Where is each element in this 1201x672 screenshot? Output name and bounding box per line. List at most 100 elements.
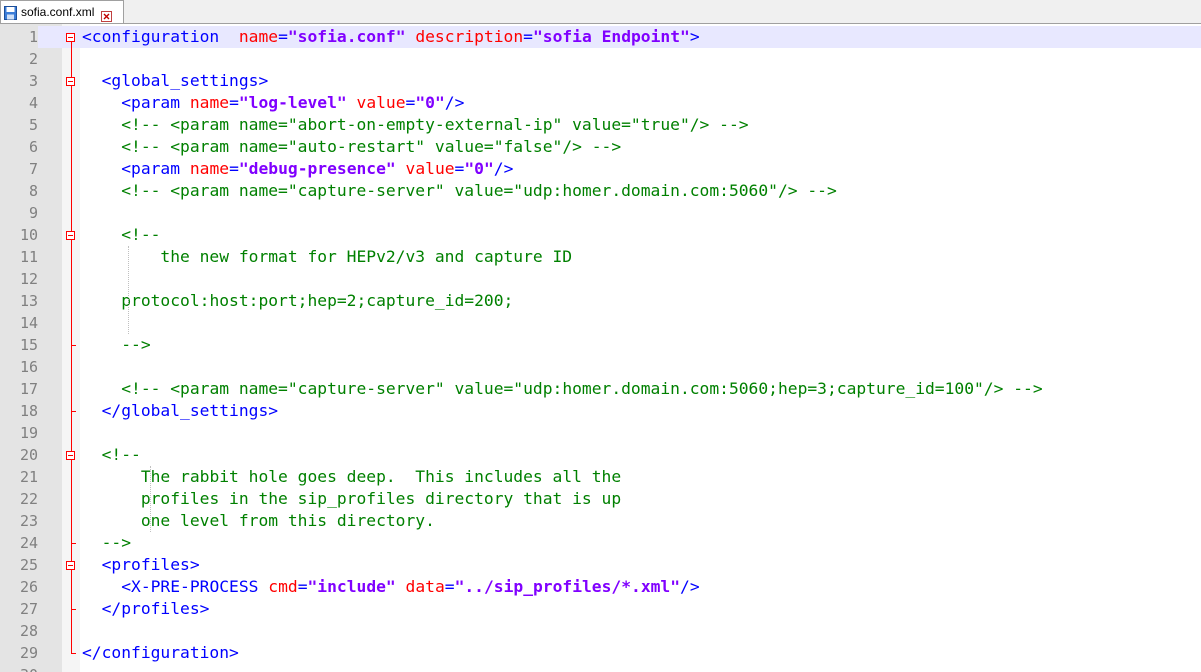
code-line[interactable]: 22 profiles in the sip_profiles director… — [0, 488, 1201, 510]
code-line[interactable]: 2 — [0, 48, 1201, 70]
code-text: <profiles> — [82, 554, 200, 576]
code-text: <!-- <param name="abort-on-empty-externa… — [82, 114, 749, 136]
code-text: <configuration name="sofia.conf" descrip… — [82, 26, 700, 48]
line-number: 2 — [28, 50, 38, 68]
code-token: /> — [493, 159, 514, 178]
fold-end-marker — [71, 411, 76, 412]
code-token: </profiles> — [101, 599, 210, 618]
code-token: profiles in the sip_profiles directory t… — [140, 489, 622, 508]
code-line[interactable]: 13 protocol:host:port;hep=2;capture_id=2… — [0, 290, 1201, 312]
code-line[interactable]: 28 — [0, 620, 1201, 642]
code-text: profiles in the sip_profiles directory t… — [82, 488, 621, 510]
code-line[interactable]: 7 <param name="debug-presence" value="0"… — [0, 158, 1201, 180]
code-token: = — [523, 27, 533, 46]
line-number: 7 — [28, 160, 38, 178]
code-line[interactable]: 24 --> — [0, 532, 1201, 554]
close-x-icon[interactable] — [101, 7, 113, 22]
code-token: description — [415, 27, 524, 46]
code-token: <!-- — [101, 445, 141, 464]
code-token: name — [189, 93, 230, 112]
code-line[interactable]: 11 the new format for HEPv2/v3 and captu… — [0, 246, 1201, 268]
code-text: <param name="log-level" value="0"/> — [82, 92, 464, 114]
code-line[interactable]: 4 <param name="log-level" value="0"/> — [0, 92, 1201, 114]
code-line[interactable]: 19 — [0, 422, 1201, 444]
line-number: 25 — [19, 556, 38, 574]
code-token: The rabbit hole goes deep. This includes… — [140, 467, 622, 486]
code-token: "sofia Endpoint" — [532, 27, 690, 46]
code-token: <global_settings> — [101, 71, 269, 90]
code-text: </configuration> — [82, 642, 239, 664]
code-line[interactable]: 9 — [0, 202, 1201, 224]
code-line[interactable]: 17 <!-- <param name="capture-server" val… — [0, 378, 1201, 400]
code-token: <profiles> — [101, 555, 200, 574]
code-line[interactable]: 15 --> — [0, 334, 1201, 356]
line-number: 23 — [19, 512, 38, 530]
tab-bar: sofia.conf.xml — [0, 0, 1201, 24]
code-line[interactable]: 12 — [0, 268, 1201, 290]
line-number: 11 — [19, 248, 38, 266]
code-line[interactable]: 10 <!-- — [0, 224, 1201, 246]
code-token: <!-- <param name="abort-on-empty-externa… — [121, 115, 749, 134]
code-line[interactable]: 5 <!-- <param name="abort-on-empty-exter… — [0, 114, 1201, 136]
code-token: = — [229, 93, 239, 112]
line-number: 5 — [28, 116, 38, 134]
code-token: <param — [121, 159, 190, 178]
code-line[interactable]: 18 </global_settings> — [0, 400, 1201, 422]
code-token: = — [297, 577, 308, 596]
code-token: <!-- — [121, 225, 161, 244]
code-token: /> — [680, 577, 700, 596]
tab-sofia-conf-xml[interactable]: sofia.conf.xml — [0, 0, 124, 23]
code-token: <configuration — [82, 27, 220, 46]
indent-guide — [150, 466, 151, 532]
code-text: <X-PRE-PROCESS cmd="include" data="../si… — [82, 576, 700, 598]
code-line[interactable]: 26 <X-PRE-PROCESS cmd="include" data="..… — [0, 576, 1201, 598]
code-editor[interactable]: 1 <configuration name="sofia.conf" descri… — [0, 24, 1201, 672]
code-line[interactable]: 25 <profiles> — [0, 554, 1201, 576]
code-text: <!-- — [82, 224, 160, 246]
code-token: --> — [121, 335, 151, 354]
code-token: data — [405, 577, 445, 596]
code-text: <param name="debug-presence" value="0"/> — [82, 158, 513, 180]
line-number: 26 — [19, 578, 38, 596]
fold-toggle-icon[interactable] — [66, 231, 75, 240]
code-text: <!-- <param name="capture-server" value=… — [82, 378, 1043, 400]
code-line[interactable]: 3 <global_settings> — [0, 70, 1201, 92]
code-line[interactable]: 23 one level from this directory. — [0, 510, 1201, 532]
code-line[interactable]: 14 — [0, 312, 1201, 334]
code-text: <global_settings> — [82, 70, 269, 92]
code-token: value — [405, 159, 455, 178]
code-line[interactable]: 20 <!-- — [0, 444, 1201, 466]
code-line[interactable]: 30 — [0, 664, 1201, 672]
code-line[interactable]: 27 </profiles> — [0, 598, 1201, 620]
fold-toggle-icon[interactable] — [66, 451, 75, 460]
fold-toggle-icon[interactable] — [66, 561, 75, 570]
line-number: 30 — [0, 664, 38, 672]
code-token: <!-- <param name="capture-server" value=… — [121, 379, 1043, 398]
code-line[interactable]: 16 — [0, 356, 1201, 378]
tab-label: sofia.conf.xml — [21, 5, 95, 19]
code-line[interactable]: 29 </configuration> — [0, 642, 1201, 664]
code-line[interactable]: 21 The rabbit hole goes deep. This inclu… — [0, 466, 1201, 488]
code-token: </configuration> — [82, 643, 239, 662]
fold-toggle-icon[interactable] — [66, 33, 75, 42]
code-token: = — [278, 27, 288, 46]
code-line[interactable]: 8 <!-- <param name="capture-server" valu… — [0, 180, 1201, 202]
code-line[interactable]: 6 <!-- <param name="auto-restart" value=… — [0, 136, 1201, 158]
code-token: "0" — [415, 93, 445, 112]
line-number: 12 — [19, 270, 38, 288]
line-number: 4 — [28, 94, 38, 112]
code-token: /> — [444, 93, 465, 112]
fold-toggle-icon[interactable] — [66, 77, 75, 86]
code-line[interactable]: 1 <configuration name="sofia.conf" descri… — [0, 26, 1201, 48]
